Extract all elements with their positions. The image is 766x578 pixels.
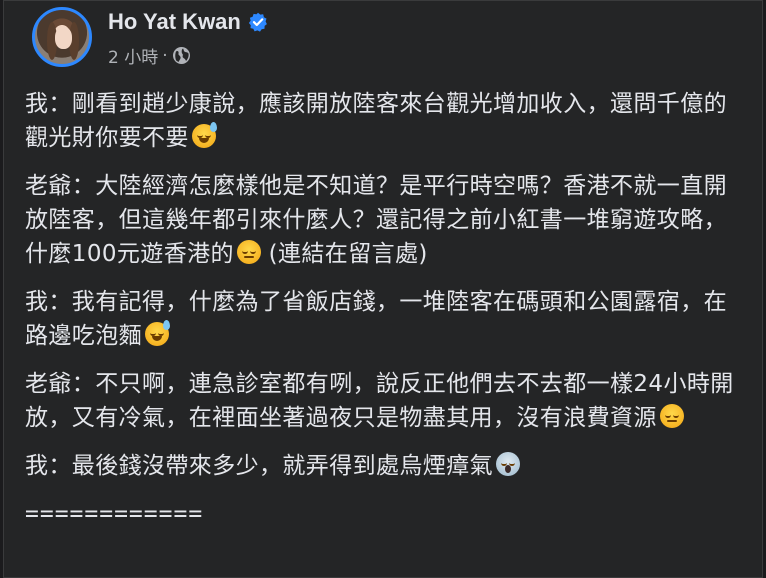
post-body: 我：剛看到趙少康說，應該開放陸客來台觀光增加收入，還問千億的觀光財你要不要 老爺…	[25, 87, 750, 545]
post-subtitle: 2 小時 ·	[108, 43, 268, 68]
post-paragraph: 我：剛看到趙少康說，應該開放陸客來台觀光增加收入，還問千億的觀光財你要不要	[25, 87, 750, 155]
post-timestamp[interactable]: 2 小時	[108, 43, 158, 68]
post-paragraph: 我：我有記得，什麼為了省飯店錢，一堆陸客在碼頭和公園露宿，在路邊吃泡麵	[25, 285, 750, 353]
face-screaming-emoji-icon	[496, 452, 520, 476]
author-row: Ho Yat Kwan	[108, 7, 268, 37]
paragraph-text: 我：剛看到趙少康說，應該開放陸客來台觀光增加收入，還問千億的觀光財你要不要	[25, 91, 727, 151]
grinning-sweat-emoji-icon	[191, 122, 217, 148]
relieved-emoji-icon	[236, 240, 261, 264]
paragraph-text: 老爺：不只啊，連急診室都有咧，說反正他們去不去都一樣24小時開放，又有冷氣，在裡…	[25, 371, 734, 431]
post-paragraph: 老爺：大陸經濟怎麼樣他是不知道？是平行時空嗎？香港不就一直開放陸客，但這幾年都引…	[25, 169, 750, 271]
relieved-emoji-icon	[659, 404, 684, 428]
post-paragraph: 老爺：不只啊，連急診室都有咧，說反正他們去不去都一樣24小時開放，又有冷氣，在裡…	[25, 367, 750, 435]
grinning-sweat-emoji-icon	[145, 320, 170, 346]
paragraph-text: 我：最後錢沒帶來多少，就弄得到處烏煙瘴氣	[25, 453, 493, 479]
paragraph-text: 我：我有記得，什麼為了省飯店錢，一堆陸客在碼頭和公園露宿，在路邊吃泡麵	[25, 289, 727, 349]
avatar[interactable]	[32, 7, 92, 67]
post-header: Ho Yat Kwan 2 小時 ·	[32, 7, 268, 71]
post-paragraph: 我：最後錢沒帶來多少，就弄得到處烏煙瘴氣	[25, 449, 750, 483]
separator-dot: ·	[162, 45, 168, 66]
avatar-face	[55, 27, 72, 49]
verified-badge-icon	[248, 12, 268, 32]
globe-icon[interactable]	[172, 46, 191, 65]
author-name[interactable]: Ho Yat Kwan	[108, 9, 241, 35]
link-note: (連結在留言處)	[260, 241, 428, 267]
post-meta: Ho Yat Kwan 2 小時 ·	[108, 7, 268, 68]
post-card: Ho Yat Kwan 2 小時 · 我：剛看到趙少康說，應該開放陸客來台觀光增…	[3, 0, 763, 578]
text-divider: ============	[25, 501, 204, 527]
